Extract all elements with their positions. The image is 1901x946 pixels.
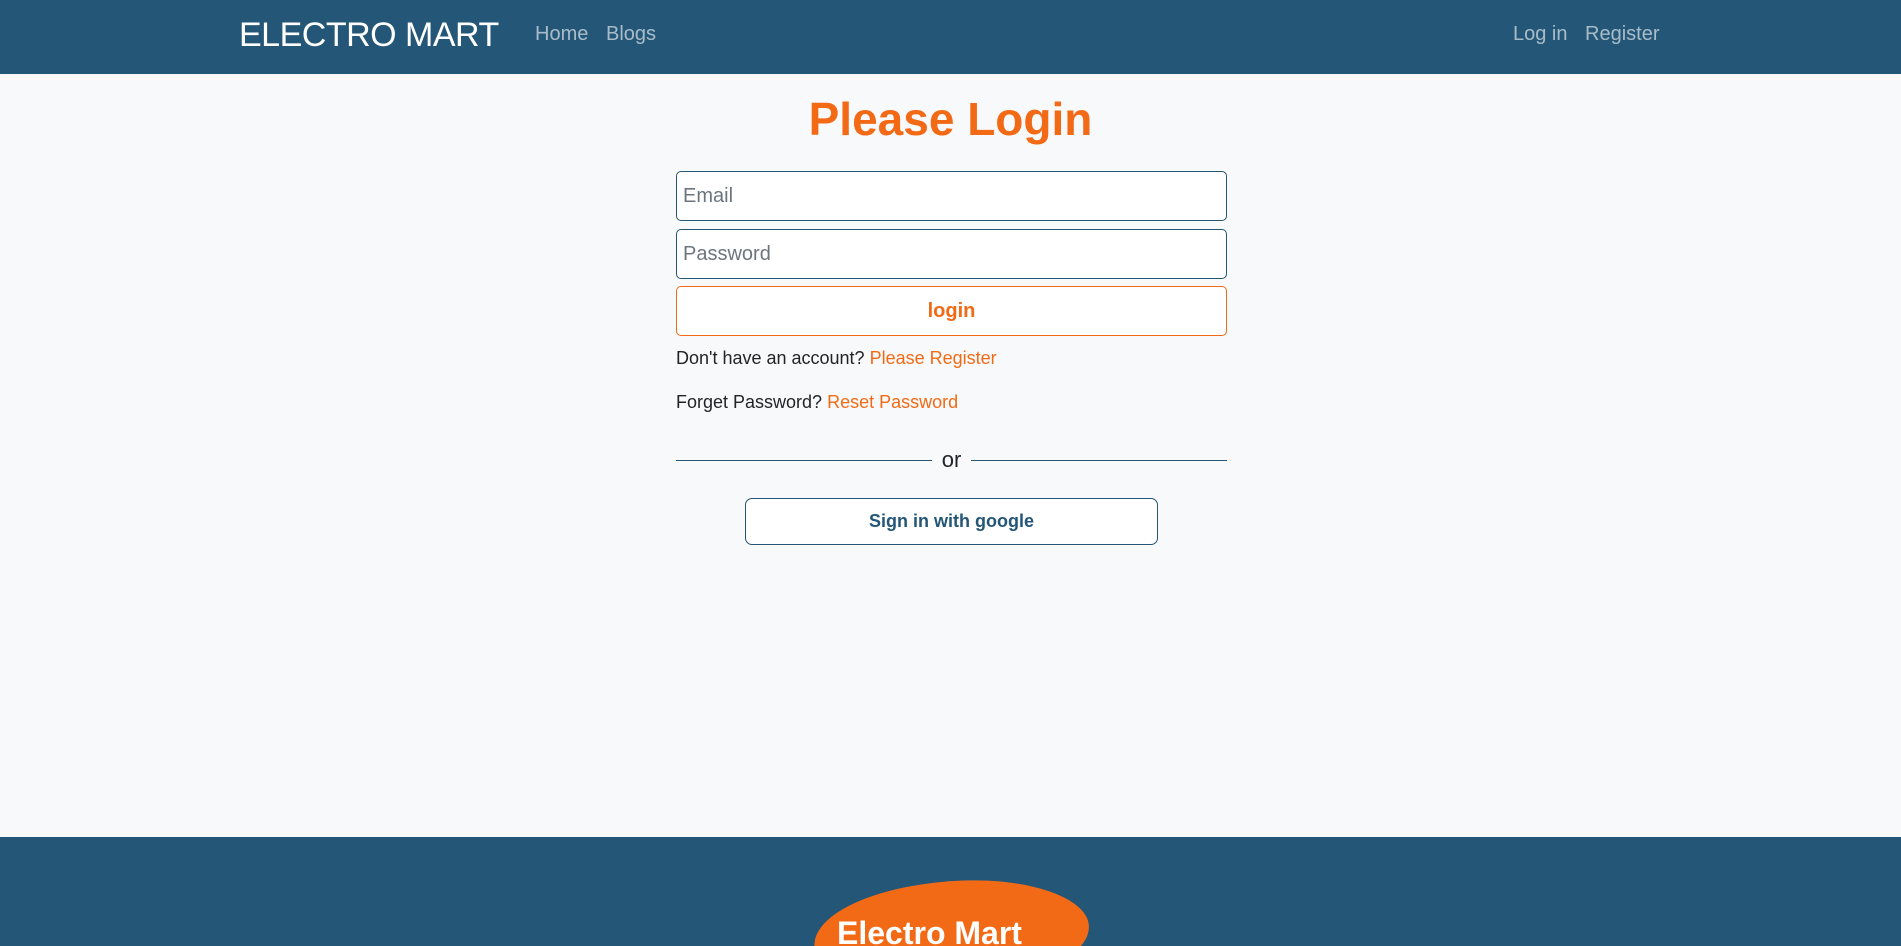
- reset-password-link[interactable]: Reset Password: [827, 392, 958, 412]
- register-prompt-row: Don't have an account? Please Register: [676, 348, 997, 369]
- forgot-password-row: Forget Password? Reset Password: [676, 392, 958, 413]
- nav-login-link[interactable]: Log in: [1513, 23, 1568, 46]
- forgot-prompt-text: Forget Password?: [676, 392, 823, 412]
- google-signin-button[interactable]: Sign in with google: [745, 498, 1158, 545]
- page-footer: Electro Mart: [0, 837, 1901, 946]
- divider-line-left: [676, 459, 932, 461]
- register-prompt-text: Don't have an account?: [676, 348, 865, 368]
- divider-line-right: [971, 459, 1227, 461]
- brand-logo[interactable]: ELECTRO MART: [239, 16, 499, 55]
- password-input[interactable]: [676, 229, 1227, 279]
- top-navbar: ELECTRO MART Home Blogs Log in Register: [0, 0, 1901, 74]
- register-link[interactable]: Please Register: [870, 348, 997, 368]
- divider-text: or: [941, 447, 962, 472]
- nav-home-link[interactable]: Home: [535, 23, 588, 46]
- nav-blogs-link[interactable]: Blogs: [606, 23, 656, 46]
- email-input[interactable]: [676, 171, 1227, 221]
- page-title: Please Login: [808, 93, 1093, 145]
- footer-logo-text: Electro Mart: [837, 915, 1022, 946]
- login-button[interactable]: login: [676, 286, 1227, 336]
- nav-register-link[interactable]: Register: [1585, 23, 1659, 46]
- or-divider: or: [676, 447, 1227, 472]
